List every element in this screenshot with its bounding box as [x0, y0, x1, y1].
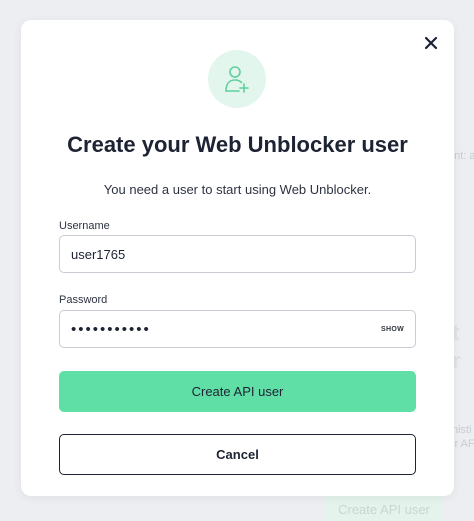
- close-button[interactable]: [420, 32, 442, 54]
- dialog-title: Create your Web Unblocker user: [67, 132, 408, 157]
- password-label: Password: [59, 294, 108, 306]
- cancel-button[interactable]: Cancel: [59, 434, 416, 475]
- user-icon-badge: [208, 50, 266, 108]
- close-icon: [424, 36, 438, 50]
- background-create-api-user-button: Create API user: [326, 494, 442, 521]
- create-api-user-button[interactable]: Create API user: [59, 371, 416, 412]
- username-input[interactable]: [71, 246, 404, 262]
- password-input[interactable]: [71, 320, 376, 338]
- dialog-subtitle: You need a user to start using Web Unblo…: [103, 182, 372, 197]
- password-field-wrapper: SHOW: [59, 310, 416, 348]
- user-add-icon: [225, 66, 249, 93]
- background-text: ir AF: [452, 438, 474, 450]
- username-label: Username: [59, 220, 110, 232]
- username-field-wrapper: [59, 235, 416, 273]
- create-user-dialog: Create your Web Unblocker user You need …: [21, 20, 454, 496]
- background-text: nisti: [452, 424, 472, 436]
- show-password-toggle[interactable]: SHOW: [381, 326, 404, 333]
